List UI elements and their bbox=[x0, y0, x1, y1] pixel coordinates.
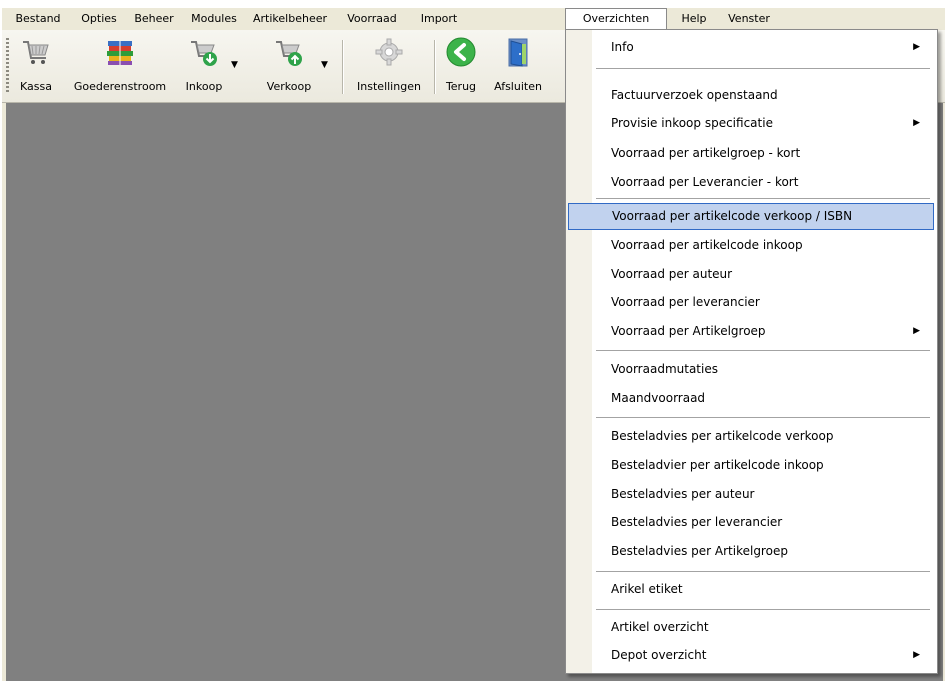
menu-separator bbox=[596, 350, 930, 351]
menu-opties[interactable]: Opties bbox=[74, 8, 124, 30]
terug-label: Terug bbox=[445, 80, 477, 93]
menu-item-label: Provisie inkoop specificatie bbox=[611, 116, 773, 130]
menu-item-voorraad-leverancier-kort[interactable]: Voorraad per Leverancier - kort bbox=[568, 169, 934, 196]
menu-separator bbox=[596, 68, 930, 69]
menu-item-label: Voorraad per Leverancier - kort bbox=[611, 175, 799, 189]
verkoop-label: Verkoop bbox=[266, 80, 312, 93]
cart-down-arrow-icon bbox=[191, 41, 217, 66]
overzichten-dropdown-menu: Info ▶ Factuurverzoek openstaand Provisi… bbox=[565, 29, 938, 674]
verkoop-dropdown-icon[interactable]: ▼ bbox=[321, 60, 328, 70]
menu-item-voorraad-auteur[interactable]: Voorraad per auteur bbox=[568, 261, 934, 288]
menu-item-label: Info bbox=[611, 40, 634, 54]
menu-separator bbox=[596, 417, 930, 418]
menu-bestand[interactable]: Bestand bbox=[6, 8, 70, 30]
submenu-arrow-icon: ▶ bbox=[913, 650, 920, 660]
submenu-arrow-icon: ▶ bbox=[913, 118, 920, 128]
menu-item-label: Voorraad per artikelcode inkoop bbox=[611, 238, 803, 252]
instellingen-label: Instellingen bbox=[357, 80, 421, 93]
menu-item-besteladvier-artikelcode-inkoop[interactable]: Besteladvier per artikelcode inkoop bbox=[568, 452, 934, 479]
menu-separator bbox=[596, 198, 930, 199]
menu-item-label: Factuurverzoek openstaand bbox=[611, 88, 778, 102]
menu-item-voorraad-artikelcode-verkoop-isbn[interactable]: Voorraad per artikelcode verkoop / ISBN bbox=[568, 203, 934, 230]
menu-item-voorraad-artikelgroep[interactable]: Voorraad per Artikelgroep ▶ bbox=[568, 318, 934, 345]
menu-import[interactable]: Import bbox=[412, 8, 466, 30]
inkoop-label: Inkoop bbox=[185, 80, 223, 93]
menu-item-label: Voorraad per Artikelgroep bbox=[611, 324, 766, 338]
menu-overzichten[interactable]: Overzichten bbox=[565, 8, 667, 30]
menu-item-besteladvies-leverancier[interactable]: Besteladvies per leverancier bbox=[568, 509, 934, 536]
back-arrow-icon bbox=[446, 37, 476, 67]
inkoop-dropdown-icon[interactable]: ▼ bbox=[231, 60, 238, 70]
gear-icon bbox=[375, 38, 403, 66]
menu-item-label: Voorraad per auteur bbox=[611, 267, 733, 281]
menu-item-label: Voorraad per artikelcode verkoop / ISBN bbox=[612, 209, 853, 223]
terug-button[interactable]: Terug bbox=[438, 34, 484, 98]
menu-help[interactable]: Help bbox=[672, 8, 716, 30]
menu-item-voorraad-leverancier[interactable]: Voorraad per leverancier bbox=[568, 289, 934, 316]
menu-separator bbox=[596, 571, 930, 572]
menu-venster[interactable]: Venster bbox=[718, 8, 780, 30]
kassa-label: Kassa bbox=[20, 80, 52, 93]
menu-item-label: Besteladvier per artikelcode inkoop bbox=[611, 458, 824, 472]
stack-of-books-icon bbox=[107, 41, 133, 65]
menu-item-label: Besteladvies per Artikelgroep bbox=[611, 544, 788, 558]
menu-item-besteladvies-artikelcode-verkoop[interactable]: Besteladvies per artikelcode verkoop bbox=[568, 423, 934, 450]
toolbar-grip[interactable] bbox=[6, 38, 9, 94]
menu-item-besteladvies-artikelgroep[interactable]: Besteladvies per Artikelgroep bbox=[568, 538, 934, 565]
inkoop-button[interactable]: Inkoop bbox=[178, 34, 230, 98]
goederenstroom-button[interactable]: Goederenstroom bbox=[64, 34, 176, 98]
menu-item-provisie-inkoop[interactable]: Provisie inkoop specificatie ▶ bbox=[568, 110, 934, 137]
window-right-edge bbox=[943, 103, 945, 681]
menu-item-label: Voorraadmutaties bbox=[611, 362, 718, 376]
menu-item-label: Voorraad per leverancier bbox=[611, 295, 760, 309]
menu-separator bbox=[596, 609, 930, 610]
submenu-arrow-icon: ▶ bbox=[913, 326, 920, 336]
menu-artikelbeheer[interactable]: Artikelbeheer bbox=[246, 8, 334, 30]
menu-item-factuurverzoek[interactable]: Factuurverzoek openstaand bbox=[568, 82, 934, 109]
afsluiten-label: Afsluiten bbox=[494, 80, 542, 93]
menu-item-maandvoorraad[interactable]: Maandvoorraad bbox=[568, 385, 934, 412]
cart-up-arrow-icon bbox=[276, 41, 302, 66]
menu-item-label: Besteladvies per leverancier bbox=[611, 515, 783, 529]
goederenstroom-label: Goederenstroom bbox=[73, 80, 167, 93]
kassa-button[interactable]: Kassa bbox=[10, 34, 62, 98]
menu-item-label: Artikel overzicht bbox=[611, 620, 709, 634]
menu-item-arikel-etiket[interactable]: Arikel etiket bbox=[568, 576, 934, 603]
menu-item-artikel-overzicht[interactable]: Artikel overzicht bbox=[568, 614, 934, 641]
menu-item-voorraadmutaties[interactable]: Voorraadmutaties bbox=[568, 356, 934, 383]
menu-voorraad[interactable]: Voorraad bbox=[336, 8, 408, 30]
submenu-arrow-icon: ▶ bbox=[913, 42, 920, 52]
toolbar-separator bbox=[342, 40, 344, 94]
menu-item-label: Maandvoorraad bbox=[611, 391, 706, 405]
menu-modules[interactable]: Modules bbox=[184, 8, 244, 30]
verkoop-button[interactable]: Verkoop bbox=[258, 34, 320, 98]
menu-item-depot-overzicht[interactable]: Depot overzicht ▶ bbox=[568, 642, 934, 669]
menu-beheer[interactable]: Beheer bbox=[126, 8, 182, 30]
menu-item-voorraad-artikelgroep-kort[interactable]: Voorraad per artikelgroep - kort bbox=[568, 140, 934, 167]
menu-bar: Bestand Opties Beheer Modules Artikelbeh… bbox=[2, 8, 945, 31]
exit-door-icon bbox=[508, 38, 528, 67]
menu-item-label: Besteladvies per auteur bbox=[611, 487, 755, 501]
menu-item-info[interactable]: Info ▶ bbox=[568, 34, 934, 61]
afsluiten-button[interactable]: Afsluiten bbox=[488, 34, 548, 98]
menu-item-voorraad-artikelcode-inkoop[interactable]: Voorraad per artikelcode inkoop bbox=[568, 232, 934, 259]
shopping-cart-icon bbox=[23, 41, 49, 64]
menu-item-label: Depot overzicht bbox=[611, 648, 707, 662]
menu-item-label: Arikel etiket bbox=[611, 582, 683, 596]
toolbar-separator bbox=[434, 40, 436, 94]
menu-item-label: Besteladvies per artikelcode verkoop bbox=[611, 429, 834, 443]
menu-item-besteladvies-auteur[interactable]: Besteladvies per auteur bbox=[568, 481, 934, 508]
menu-item-label: Voorraad per artikelgroep - kort bbox=[611, 146, 801, 160]
instellingen-button[interactable]: Instellingen bbox=[348, 34, 430, 98]
